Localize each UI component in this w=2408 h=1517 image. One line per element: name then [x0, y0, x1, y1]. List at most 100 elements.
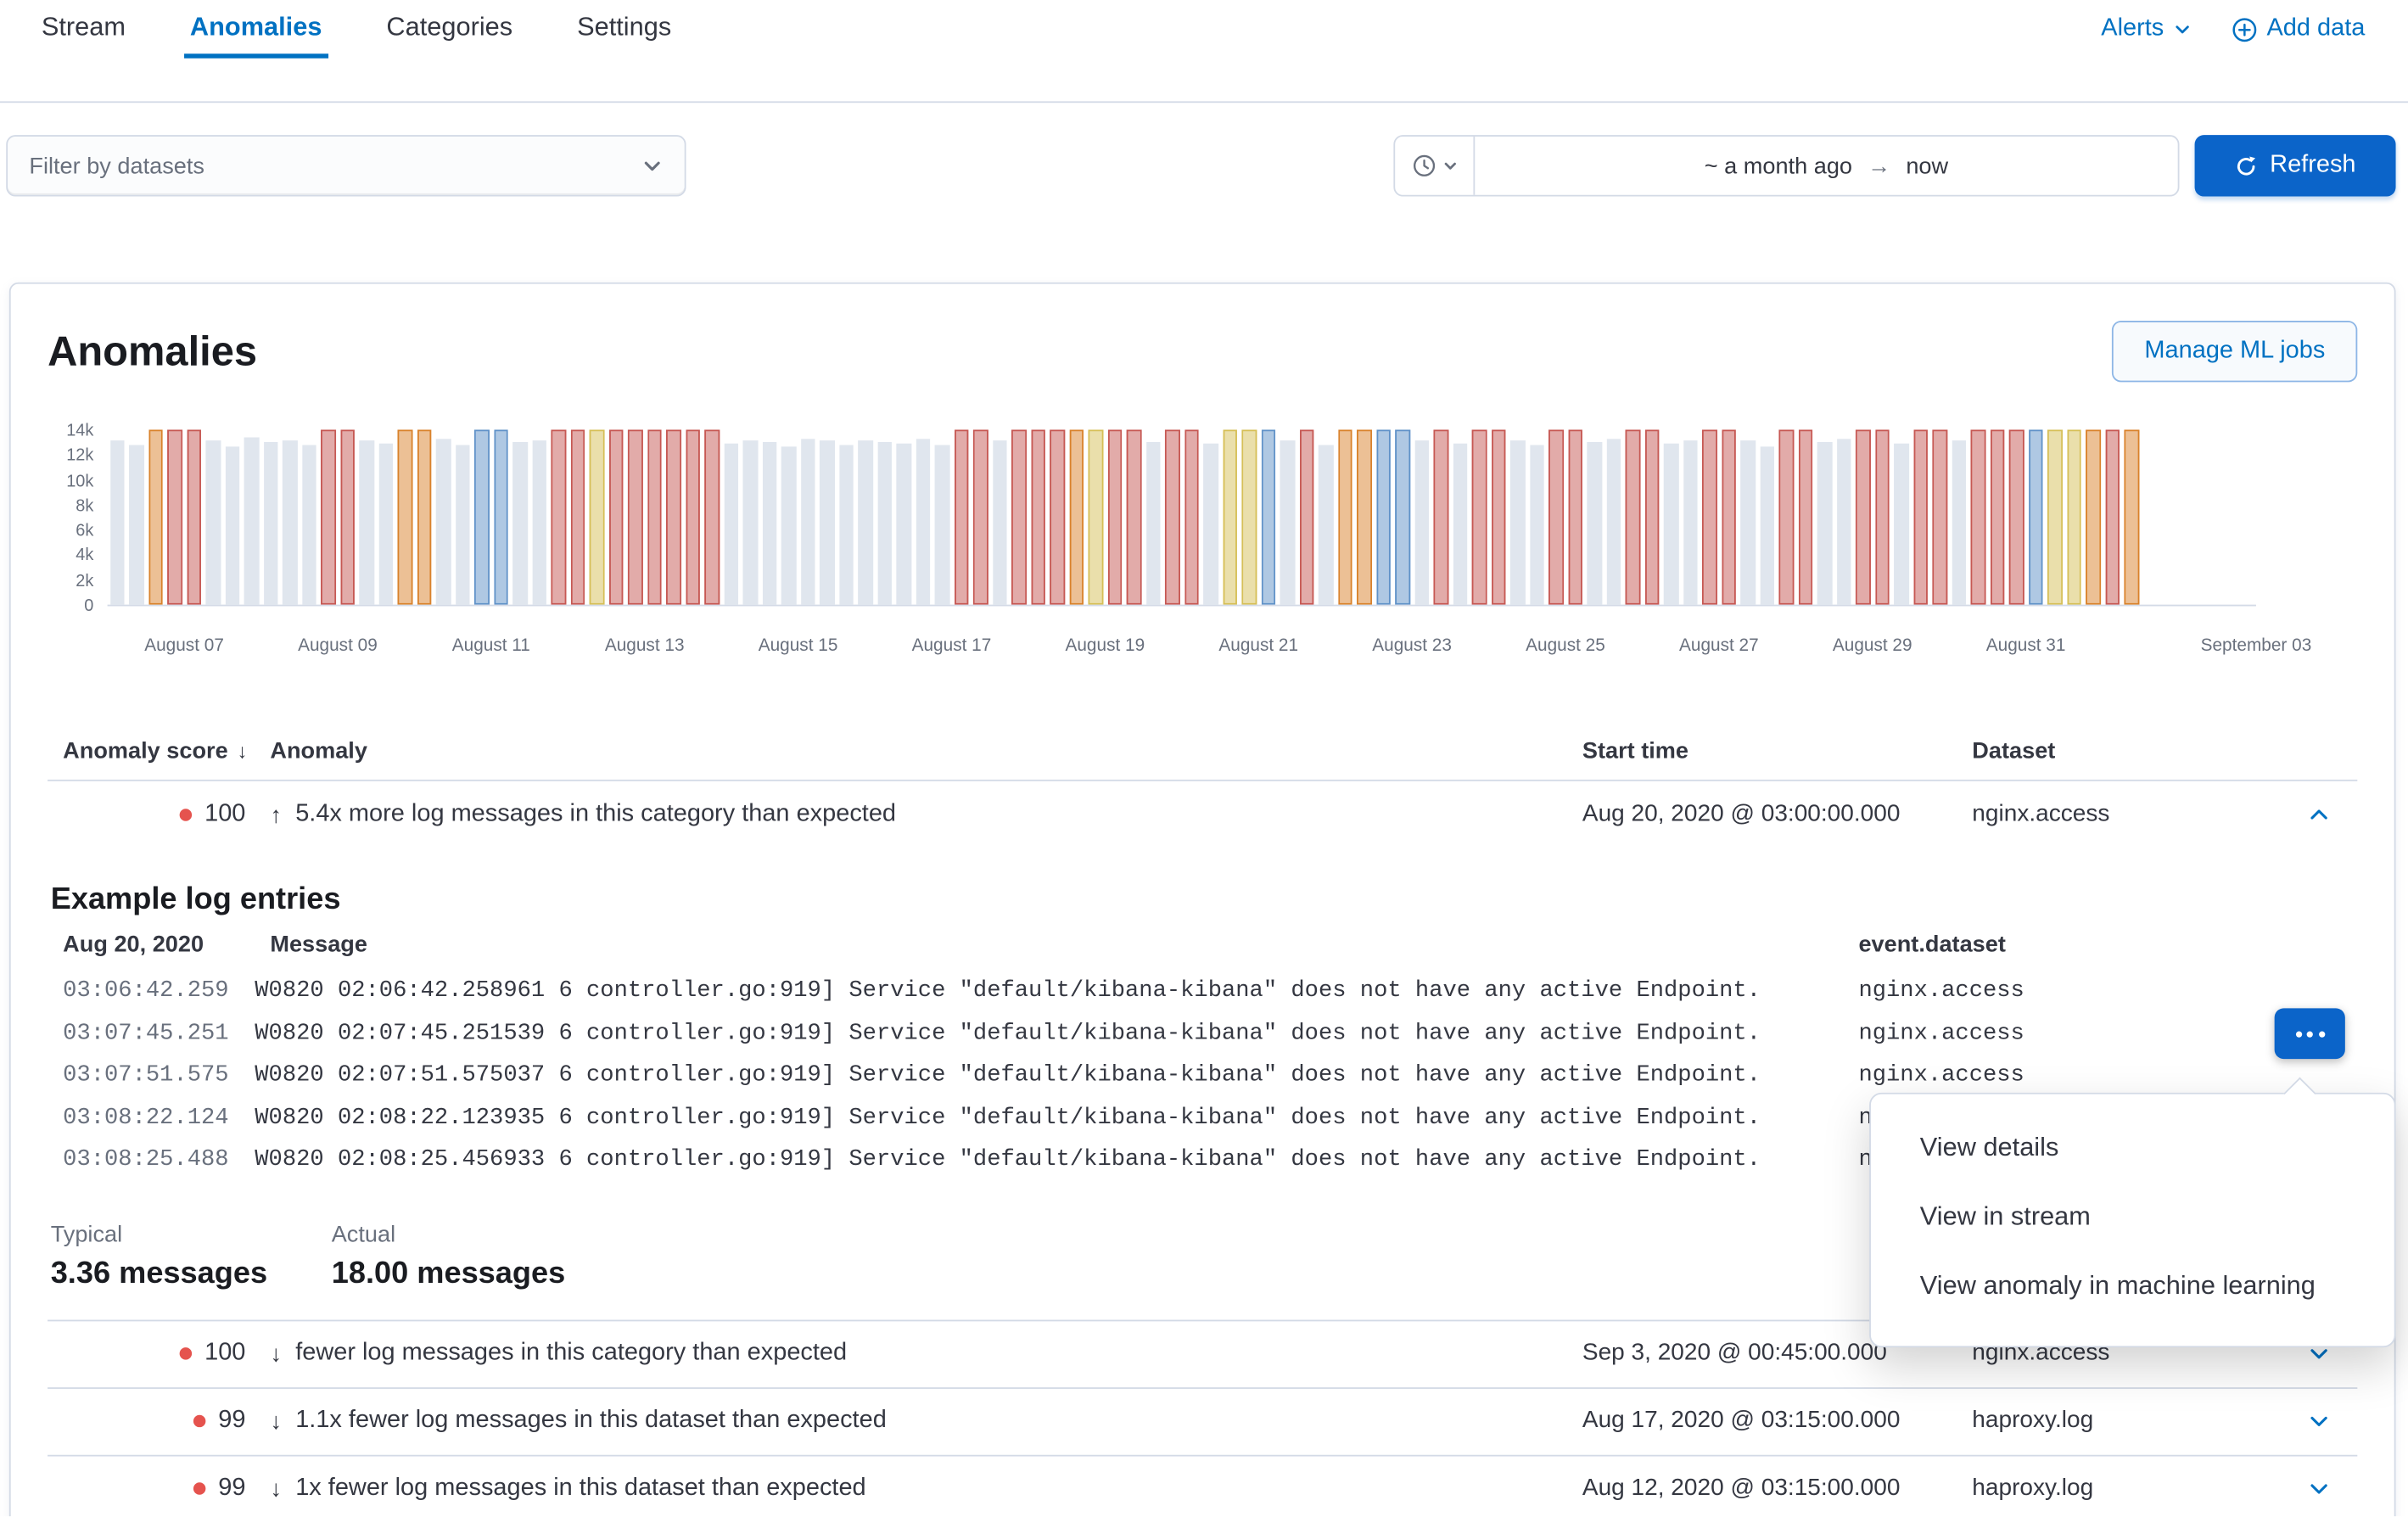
histogram-slot: [204, 429, 223, 604]
log-entry-dataset: nginx.access: [1843, 1055, 2357, 1097]
start-time-cell: Aug 20, 2020 @ 03:00:00.000: [1567, 801, 1957, 829]
histogram-slot: [951, 429, 971, 604]
tab-settings[interactable]: Settings: [571, 0, 678, 59]
histogram-bar: [1088, 429, 1102, 604]
y-axis-label: 6k: [76, 522, 93, 540]
severity-dot: [193, 1415, 205, 1427]
log-entry-message: W0820 02:07:51.575037 6 controller.go:91…: [255, 1055, 1843, 1097]
dataset-filter-select[interactable]: Filter by datasets: [6, 135, 686, 196]
anomaly-cell: ↓ fewer log messages in this category th…: [255, 1340, 1567, 1368]
anomaly-score-cell: 100: [48, 801, 255, 829]
histogram-slot: [108, 429, 127, 604]
histogram-slot: [1124, 429, 1144, 604]
histogram-bar: [1548, 429, 1563, 604]
filter-bar: Filter by datasets ~ a month ago → now R…: [0, 135, 2408, 196]
panel-header: Anomalies Manage ML jobs: [48, 321, 2357, 382]
histogram-bar: [800, 439, 815, 604]
log-entry-message: W0820 02:06:42.258961 6 controller.go:91…: [255, 970, 1843, 1012]
histogram-bar: [1453, 444, 1467, 605]
histogram-slot: [1162, 429, 1182, 604]
time-range-display[interactable]: ~ a month ago → now: [1475, 137, 2177, 195]
histogram-slot: [222, 429, 242, 604]
histogram-bar: [148, 429, 163, 604]
time-range-end[interactable]: now: [1906, 153, 1948, 179]
plus-circle-icon: [2232, 16, 2258, 42]
histogram-bar: [1990, 429, 2004, 604]
histogram-bar: [263, 442, 277, 605]
histogram-slot: [1354, 429, 1374, 604]
histogram-slot: [1661, 429, 1681, 604]
histogram-bar: [992, 440, 1006, 605]
anomaly-score-value: 99: [218, 1408, 245, 1436]
typical-stat: Typical 3.36 messages: [51, 1221, 332, 1291]
histogram-bar: [704, 429, 719, 604]
logs-anomalies-page: Stream Anomalies Categories Settings Ale…: [0, 0, 2408, 1516]
histogram-slot: [1374, 429, 1393, 604]
collapse-row-button[interactable]: [2299, 795, 2339, 835]
histogram-bar: [1856, 429, 1870, 604]
actual-value: 18.00 messages: [332, 1257, 613, 1292]
histogram-slot: [1240, 429, 1259, 604]
anomaly-message: fewer log messages in this category than…: [295, 1340, 847, 1368]
time-range-start[interactable]: ~ a month ago: [1705, 153, 1852, 179]
x-axis-label: September 03: [2201, 637, 2312, 656]
histogram-slot: [1048, 429, 1067, 604]
severity-dot: [193, 1482, 205, 1494]
add-data-button[interactable]: Add data: [2232, 15, 2365, 43]
histogram-bar: [1337, 429, 1352, 604]
log-date-header: Aug 20, 2020: [48, 919, 255, 970]
histogram-slot: [1719, 429, 1739, 604]
histogram-bar: [1510, 440, 1525, 605]
log-entry-actions-button[interactable]: [2275, 1008, 2345, 1059]
time-quick-select-button[interactable]: [1395, 137, 1475, 195]
histogram-slot: [1681, 429, 1700, 604]
histogram-slot: [2045, 429, 2064, 604]
anomaly-score-value: 99: [218, 1475, 245, 1503]
histogram-bar: [877, 442, 892, 605]
histogram-slot: [260, 429, 280, 604]
anomaly-score-value: 100: [204, 801, 245, 829]
menu-item-view-anomaly-in-machine-learning[interactable]: View anomaly in machine learning: [1871, 1251, 2394, 1319]
histogram-slot: [1296, 429, 1316, 604]
histogram-bar: [1568, 429, 1582, 604]
tab-categories[interactable]: Categories: [380, 0, 518, 59]
top-nav-actions: Alerts Add data: [2101, 0, 2365, 59]
menu-item-view-details[interactable]: View details: [1871, 1112, 2394, 1181]
histogram-bar: [1606, 439, 1621, 604]
anomaly-message: 5.4x more log messages in this category …: [295, 801, 896, 829]
expand-row-button[interactable]: [2299, 1401, 2339, 1441]
histogram-slot: [1144, 429, 1163, 604]
time-range-picker: ~ a month ago → now: [1393, 135, 2179, 196]
histogram-bar: [1472, 429, 1487, 604]
histogram-bar: [1626, 429, 1640, 604]
menu-item-view-in-stream[interactable]: View in stream: [1871, 1182, 2394, 1251]
refresh-button[interactable]: Refresh: [2195, 135, 2396, 196]
histogram-slot: [1777, 429, 1796, 604]
x-axis-label: August 21: [1218, 637, 1298, 656]
tab-bar: Stream Anomalies Categories Settings: [36, 0, 678, 59]
histogram-bar: [820, 440, 834, 605]
histogram-bar: [1529, 445, 1543, 605]
tab-anomalies[interactable]: Anomalies: [184, 0, 328, 59]
chevron-down-icon: [2307, 1476, 2332, 1501]
histogram-bar: [839, 445, 854, 605]
histogram-slot: [798, 429, 818, 604]
histogram-bar: [244, 438, 259, 605]
x-axis-label: August 25: [1526, 637, 1605, 656]
log-entry-dataset: nginx.access: [1843, 970, 2357, 1012]
tab-stream[interactable]: Stream: [36, 0, 132, 59]
y-axis-label: 8k: [76, 497, 93, 516]
alerts-menu-button[interactable]: Alerts: [2101, 15, 2192, 43]
x-axis-label: August 07: [144, 637, 224, 656]
log-entry-time: 03:08:25.488: [48, 1139, 255, 1181]
x-axis-label: August 27: [1679, 637, 1759, 656]
arrow-up-icon: ↑: [270, 802, 282, 828]
column-header-anomaly-score[interactable]: Anomaly score ↓: [48, 738, 255, 764]
manage-ml-jobs-button[interactable]: Manage ML jobs: [2112, 321, 2357, 382]
log-entry-time: 03:07:45.251: [48, 1012, 255, 1055]
expand-row-button[interactable]: [2299, 1469, 2339, 1509]
ellipsis-dot: [2295, 1031, 2301, 1037]
example-log-entries-title: Example log entries: [51, 879, 2358, 919]
histogram-bar: [1203, 444, 1218, 605]
histogram-slot: [1527, 429, 1547, 604]
